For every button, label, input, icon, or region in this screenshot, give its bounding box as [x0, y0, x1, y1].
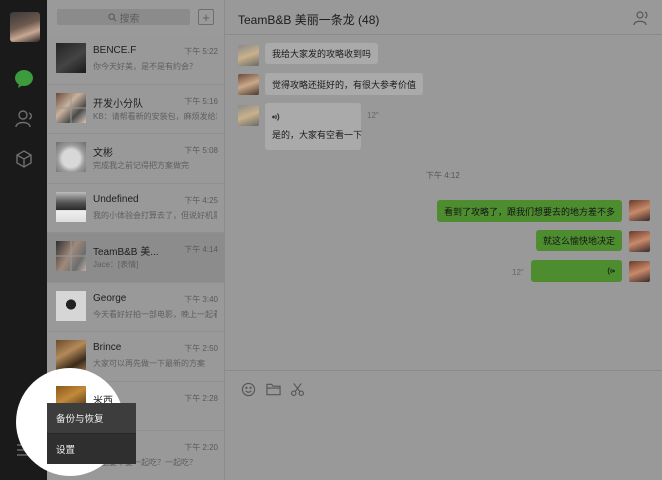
- settings-popup-menu: 备份与恢复 设置: [47, 403, 136, 464]
- message-area: 我给大家发的攻略收到吗 觉得攻略还挺好的，有很大参考价值 是的，大家有空看一下 …: [225, 36, 662, 370]
- list-item[interactable]: Undefined 下午 4:25 我的小体验会打算去了，但说好机票呢: [47, 184, 224, 233]
- voice-icon: [607, 267, 615, 275]
- avatar: [56, 142, 86, 172]
- my-avatar[interactable]: [10, 12, 40, 42]
- chat-preview: KB：请帮看新的安装包，麻烦发给我: [93, 111, 217, 121]
- chat-name: George: [93, 292, 127, 304]
- chat-name: Undefined: [93, 193, 139, 205]
- chat-preview: Jace：[表情]: [93, 260, 139, 269]
- message-bubble-outgoing[interactable]: 看到了攻略了，跟我们想要去的地方差不多: [436, 200, 622, 222]
- search-icon: [107, 12, 117, 22]
- wechat-window: 搜索 + BENCE.F 下午 5:22 你今天好美，是不是有约会？ 开发小分队…: [0, 0, 662, 480]
- my-avatar[interactable]: [629, 231, 650, 252]
- avatar: [56, 340, 86, 370]
- avatar: [56, 92, 86, 123]
- chat-name: TeamB&B 美...: [93, 247, 159, 258]
- contacts-icon[interactable]: [11, 106, 36, 131]
- voice-duration: 12": [367, 111, 379, 120]
- avatar: [56, 191, 86, 222]
- search-bar: 搜索 +: [47, 0, 224, 35]
- message-bubble[interactable]: 觉得攻略还挺好的，有很大参考价值: [265, 73, 424, 95]
- my-avatar[interactable]: [629, 200, 650, 221]
- members-icon[interactable]: [633, 10, 649, 31]
- search-placeholder: 搜索: [119, 13, 140, 25]
- chat-time: 下午 5:22: [184, 47, 218, 56]
- chat-pane: TeamB&B 美丽一条龙 (48) 我给大家发的攻略收到吗 觉得攻略还挺好的，…: [225, 0, 662, 480]
- chat-preview: 大家可以再先做一下最新的方案: [93, 359, 205, 368]
- chat-preview: 我的小体验会打算去了，但说好机票呢: [93, 210, 217, 220]
- chat-title: TeamB&B 美丽一条龙 (48): [238, 13, 380, 27]
- sender-avatar[interactable]: [238, 45, 259, 66]
- sender-avatar[interactable]: [238, 105, 259, 126]
- message-text: 是的，大家有空看一下: [272, 130, 363, 140]
- list-item-active[interactable]: TeamB&B 美... 下午 4:14 Jace：[表情]: [47, 233, 224, 283]
- list-item[interactable]: 文彬 下午 5:08 完成我之前记得把方案做完: [47, 134, 224, 184]
- chat-name: 文彬: [93, 148, 113, 159]
- chat-preview: 完成我之前记得把方案做完: [93, 161, 189, 170]
- voice-duration: 12": [512, 268, 524, 277]
- message-bubble-outgoing[interactable]: 就这么愉快地决定: [535, 230, 622, 251]
- add-chat-button[interactable]: +: [198, 9, 214, 25]
- avatar: [56, 43, 86, 73]
- voice-icon: [272, 113, 280, 121]
- chat-time: 下午 5:16: [184, 96, 218, 106]
- chat-time: 下午 4:14: [184, 245, 218, 254]
- chat-time: 下午 3:40: [184, 294, 218, 304]
- scissors-icon[interactable]: [289, 381, 305, 397]
- message-composer[interactable]: [225, 370, 662, 480]
- chat-time: 下午 2:50: [184, 344, 218, 353]
- folder-icon[interactable]: [265, 381, 281, 397]
- chat-name: Brince: [93, 342, 122, 353]
- chat-icon[interactable]: [11, 66, 36, 91]
- search-input[interactable]: 搜索: [57, 9, 190, 25]
- chat-time: 下午 5:08: [184, 146, 218, 155]
- favorites-icon[interactable]: [11, 146, 36, 171]
- message-bubble[interactable]: 我给大家发的攻略收到吗: [265, 43, 379, 64]
- chat-name: 开发小分队: [93, 98, 143, 110]
- chat-preview: 你今天好美，是不是有约会？: [93, 62, 197, 71]
- emoji-icon[interactable]: [240, 381, 256, 397]
- chat-time: 下午 2:28: [184, 393, 218, 403]
- list-item[interactable]: George 下午 3:40 今天看好好拍一部电影，晚上一起看: [47, 283, 224, 332]
- avatar: [56, 290, 86, 321]
- voice-message-bubble[interactable]: 是的，大家有空看一下: [265, 103, 363, 150]
- menu-item-backup-restore[interactable]: 备份与恢复: [47, 403, 136, 434]
- chat-time: 下午 4:25: [184, 195, 218, 205]
- list-item[interactable]: BENCE.F 下午 5:22 你今天好美，是不是有约会？: [47, 35, 224, 85]
- sender-avatar[interactable]: [238, 74, 259, 95]
- voice-message-bubble-outgoing[interactable]: [531, 260, 622, 282]
- timestamp: 下午 4:12: [426, 171, 460, 180]
- my-avatar[interactable]: [629, 261, 650, 282]
- list-item[interactable]: 开发小分队 下午 5:16 KB：请帮看新的安装包，麻烦发给我: [47, 85, 224, 134]
- chat-time: 下午 2:20: [184, 443, 218, 452]
- avatar: [56, 241, 86, 271]
- chat-header: TeamB&B 美丽一条龙 (48): [225, 0, 662, 35]
- menu-item-settings[interactable]: 设置: [47, 434, 136, 465]
- chat-name: BENCE.F: [93, 45, 137, 56]
- chat-preview: 今天看好好拍一部电影，晚上一起看: [93, 309, 217, 319]
